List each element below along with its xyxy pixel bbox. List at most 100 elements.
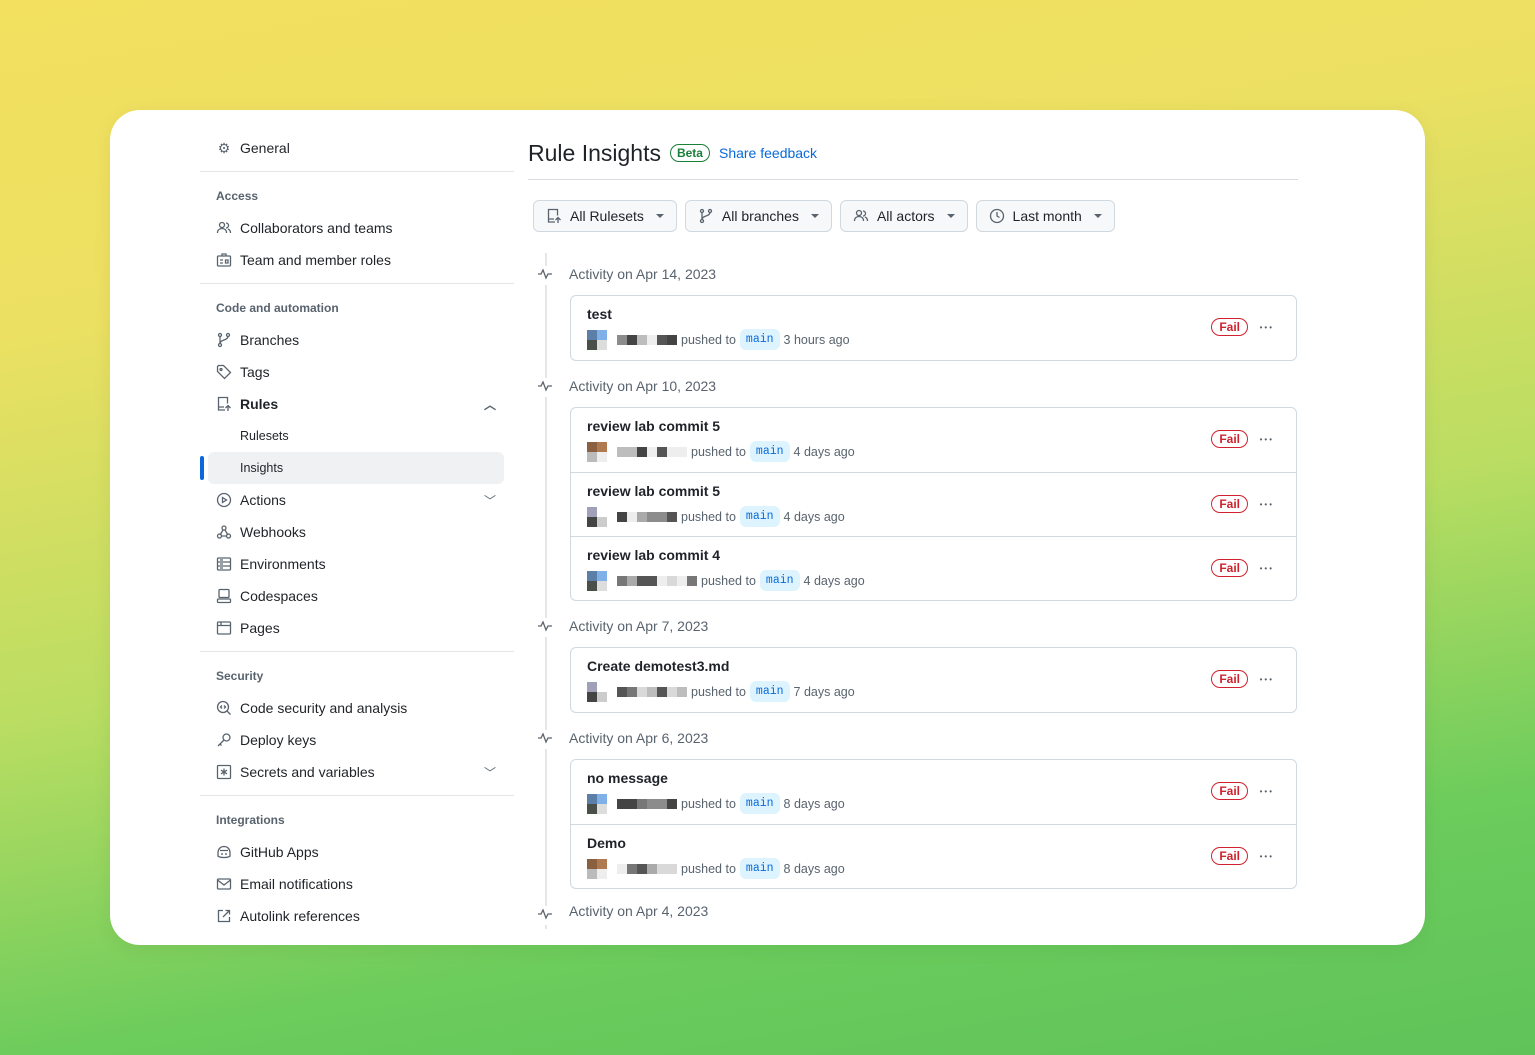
commit-title[interactable]: Demo	[587, 835, 1280, 851]
redacted-username	[617, 575, 697, 586]
sidebar-item-collaborators[interactable]: Collaborators and teams	[200, 212, 514, 244]
action-text: pushed to	[691, 684, 746, 699]
sidebar-item-team-roles[interactable]: Team and member roles	[200, 244, 514, 276]
activity-row[interactable]: no message pushed to main 8 days ago Fail •••	[571, 760, 1296, 824]
chevron-down-icon[interactable]: ﹀	[484, 764, 496, 781]
sidebar-item-insights[interactable]: Insights	[200, 452, 504, 484]
period-filter-button[interactable]: Last month	[975, 200, 1115, 232]
caret-down-icon	[946, 214, 955, 218]
commit-title[interactable]: review lab commit 5	[587, 483, 1280, 499]
sidebar-label: Pages	[240, 620, 280, 636]
kebab-menu-icon[interactable]: •••	[1260, 852, 1274, 861]
sidebar-item-github-apps[interactable]: GitHub Apps	[200, 836, 514, 868]
activity-row[interactable]: Create demotest3.md pushed to main 7 days a…	[571, 648, 1296, 712]
status-badge: Fail	[1211, 495, 1248, 513]
activity-row[interactable]: test pushed to main 3 hours ago Fail •••	[571, 296, 1296, 360]
clock-icon	[989, 208, 1005, 224]
sidebar-item-rulesets[interactable]: Rulesets	[200, 420, 514, 452]
sidebar-item-secrets[interactable]: Secrets and variables ﹀	[200, 756, 514, 788]
kebab-menu-icon[interactable]: •••	[1260, 323, 1274, 332]
sidebar-item-branches[interactable]: Branches	[200, 324, 514, 356]
section-code-automation: Code and automation	[216, 301, 339, 315]
redacted-username	[617, 798, 677, 809]
activity-row[interactable]: review lab commit 4 pushed to main 4 days a…	[571, 536, 1296, 600]
commit-title[interactable]: Create demotest3.md	[587, 658, 1280, 674]
action-text: pushed to	[701, 573, 756, 588]
sidebar-item-tags[interactable]: Tags	[200, 356, 514, 388]
activity-meta: pushed to main 8 days ago	[587, 858, 1280, 879]
kebab-menu-icon[interactable]: •••	[1260, 500, 1274, 509]
commit-title[interactable]: review lab commit 5	[587, 418, 1280, 434]
filter-label: Last month	[1012, 208, 1082, 224]
relative-time: 8 days ago	[783, 861, 845, 876]
sidebar-item-actions[interactable]: Actions ﹀	[200, 484, 514, 516]
kebab-menu-icon[interactable]: •••	[1260, 435, 1274, 444]
branch-label[interactable]: main	[749, 681, 790, 702]
actors-filter-button[interactable]: All actors	[839, 200, 968, 232]
section-security: Security	[216, 669, 264, 683]
sidebar-item-deploy-keys[interactable]: Deploy keys	[200, 724, 514, 756]
activity-row[interactable]: review lab commit 5 pushed to main 4 days a…	[571, 408, 1296, 472]
activity-list: test pushed to main 3 hours ago Fail •••	[570, 295, 1297, 361]
avatar	[587, 570, 607, 591]
pulse-icon	[537, 378, 553, 397]
rulesets-filter-button[interactable]: All Rulesets	[533, 200, 677, 232]
activity-meta: pushed to main 7 days ago	[587, 681, 1280, 702]
section-integrations: Integrations	[216, 813, 285, 827]
relative-time: 4 days ago	[803, 573, 865, 588]
activity-meta: pushed to main 8 days ago	[587, 793, 1280, 814]
sidebar-label: Actions	[240, 492, 286, 508]
action-text: pushed to	[681, 332, 736, 347]
sidebar-item-general[interactable]: ⚙ General	[200, 132, 514, 164]
branch-label[interactable]: main	[739, 793, 780, 814]
avatar	[587, 441, 607, 462]
branch-label[interactable]: main	[749, 441, 790, 462]
commit-title[interactable]: no message	[587, 770, 1280, 786]
sidebar-label: Deploy keys	[240, 732, 317, 748]
filter-bar: All Rulesets All branches All actors Las…	[533, 200, 1298, 232]
pulse-icon	[537, 618, 553, 637]
sidebar-item-autolink[interactable]: Autolink references	[200, 900, 514, 932]
branches-filter-button[interactable]: All branches	[684, 200, 832, 232]
sidebar-label: Webhooks	[240, 524, 306, 540]
activity-group-header: Activity on Apr 14, 2023	[533, 253, 1298, 295]
activity-meta: pushed to main 3 hours ago	[587, 329, 1280, 350]
activity-list: review lab commit 5 pushed to main 4 days a…	[570, 407, 1297, 601]
sidebar-item-pages[interactable]: Pages	[200, 612, 514, 644]
kebab-menu-icon[interactable]: •••	[1260, 564, 1274, 573]
sidebar-item-environments[interactable]: Environments	[200, 548, 514, 580]
activity-meta: pushed to main 4 days ago	[587, 570, 1280, 591]
id-badge-icon	[216, 252, 232, 268]
codespaces-icon	[216, 588, 232, 604]
activity-date: Activity on Apr 6, 2023	[569, 730, 709, 746]
branch-label[interactable]: main	[739, 506, 780, 527]
commit-title[interactable]: test	[587, 306, 1280, 322]
sidebar-label: Environments	[240, 556, 326, 572]
filter-label: All actors	[876, 208, 935, 224]
section-access: Access	[216, 189, 259, 203]
sidebar-item-webhooks[interactable]: Webhooks	[200, 516, 514, 548]
chevron-down-icon[interactable]: ﹀	[484, 492, 496, 509]
page-header: Rule Insights Beta Share feedback	[528, 138, 1298, 168]
activity-row[interactable]: Demo pushed to main 8 days ago Fail •••	[571, 824, 1296, 888]
branch-label[interactable]: main	[739, 329, 780, 350]
divider	[200, 283, 514, 284]
activity-row[interactable]: review lab commit 5 pushed to main 4 days a…	[571, 472, 1296, 536]
redacted-username	[617, 334, 677, 345]
sidebar-item-rules[interactable]: Rules ︿	[200, 388, 514, 420]
branch-label[interactable]: main	[739, 858, 780, 879]
status-badge: Fail	[1211, 430, 1248, 448]
chevron-up-icon[interactable]: ︿	[484, 396, 496, 413]
sidebar-item-code-security[interactable]: Code security and analysis	[200, 692, 514, 724]
commit-title[interactable]: review lab commit 4	[587, 547, 1280, 563]
branch-label[interactable]: main	[759, 570, 800, 591]
share-feedback-link[interactable]: Share feedback	[719, 145, 817, 161]
kebab-menu-icon[interactable]: •••	[1260, 787, 1274, 796]
divider	[200, 171, 514, 172]
kebab-menu-icon[interactable]: •••	[1260, 675, 1274, 684]
sidebar-item-codespaces[interactable]: Codespaces	[200, 580, 514, 612]
action-text: pushed to	[681, 796, 736, 811]
caret-down-icon	[1093, 214, 1102, 218]
settings-sidebar: ⚙ General Access Collaborators and teams …	[200, 132, 514, 932]
sidebar-item-email[interactable]: Email notifications	[200, 868, 514, 900]
